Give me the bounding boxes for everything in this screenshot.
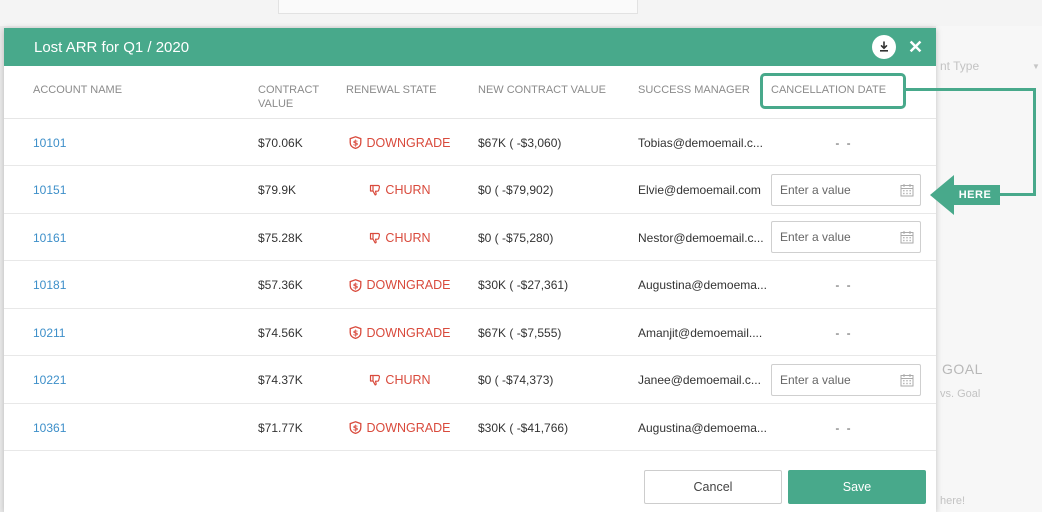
renewal-state-badge: $ DOWNGRADE [335,262,465,309]
renewal-state-label: DOWNGRADE [366,135,451,150]
annotation-connector-bottom [994,193,1036,196]
downgrade-icon: $ [349,278,362,292]
svg-text:$: $ [353,139,359,148]
column-header-contract-line2: VALUE [258,98,294,110]
thumbs-down-icon [369,232,381,244]
svg-text:$: $ [353,424,359,433]
new-contract-value: $67K ( -$7,555) [478,325,562,340]
background-card [278,0,638,14]
cancellation-date-input[interactable]: Enter a value [771,221,921,253]
renewal-state-label: DOWNGRADE [366,325,451,340]
success-manager-email: Tobias@demoemail.c... [638,135,763,150]
cancellation-date-input[interactable]: Enter a value [771,173,921,206]
account-link[interactable]: 10181 [33,262,66,309]
column-header-contract-line1: CONTRACT [258,84,320,96]
renewal-state-badge: CHURN [335,167,465,214]
background-vs-goal-label: vs. Goal [940,388,981,400]
svg-text:$: $ [353,281,359,290]
date-input-placeholder: Enter a value [780,182,851,197]
renewal-state-badge: CHURN [335,214,465,261]
download-button[interactable] [872,35,896,59]
new-contract-value: $0 ( -$75,280) [478,230,554,245]
downgrade-icon: $ [349,136,362,149]
table-row: 10151 $79.9K CHURN $0 ( -$79,902) Elvie@demo… [4,167,936,214]
annotation-highlight-box [760,73,906,109]
thumbs-down-icon [369,184,381,196]
cancellation-date-empty: - - [835,135,853,150]
save-button[interactable]: Save [788,470,926,504]
renewal-state-label: CHURN [385,230,431,245]
annotation-connector-vertical [1033,88,1036,196]
column-header-account-name[interactable]: ACCOUNT NAME [33,83,122,97]
success-manager-email: Elvie@demoemail.com [638,183,761,197]
calendar-icon[interactable] [900,373,914,387]
column-header-success-manager[interactable]: SUCCESS MANAGER [638,83,750,97]
account-link[interactable]: 10211 [33,309,65,356]
table-row: 10181 $57.36K $ DOWNGRADE $30K ( -$27,361) Au… [4,262,936,309]
background-panel [936,26,1042,512]
renewal-state-label: CHURN [385,183,431,197]
modal-footer: Cancel Save [4,438,936,512]
cancel-button[interactable]: Cancel [644,470,782,504]
renewal-state-label: DOWNGRADE [366,420,451,435]
background-chevron-down-icon: ▼ [1032,62,1040,71]
downgrade-icon: $ [349,421,362,434]
calendar-icon[interactable] [900,230,914,244]
contract-value: $74.37K [258,373,303,387]
background-field-label: nt Type [940,59,980,73]
modal-header: Lost ARR for Q1 / 2020 ✕ [4,28,936,66]
renewal-state-label: CHURN [385,373,431,387]
account-link[interactable]: 10161 [33,214,66,261]
calendar-icon[interactable] [900,183,914,197]
table-row: 10221 $74.37K CHURN $0 ( -$74,373) Janee@dem… [4,357,936,404]
contract-value: $70.06K [258,135,303,150]
cancellation-date-empty: - - [835,278,853,292]
account-link[interactable]: 10221 [33,357,66,404]
new-contract-value: $30K ( -$27,361) [478,278,569,292]
contract-value: $79.9K [258,183,297,197]
account-link[interactable]: 10101 [33,119,66,166]
new-contract-value: $0 ( -$74,373) [478,373,554,387]
contract-value: $74.56K [258,325,303,340]
success-manager-email: Augustina@demoema... [638,278,767,292]
new-contract-value: $67K ( -$3,060) [478,135,562,150]
success-manager-email: Amanjit@demoemail.... [638,325,763,340]
cancellation-date-input[interactable]: Enter a value [771,363,921,396]
close-icon[interactable]: ✕ [908,37,923,57]
annotation-label: HERE [950,185,1000,205]
thumbs-down-icon [369,374,381,386]
column-header-new-contract-value[interactable]: NEW CONTRACT VALUE [478,83,606,97]
background-goal-label: GOAL [942,361,983,377]
table-row: 10101 $70.06K $ DOWNGRADE $67K ( -$3,060) Tob… [4,119,936,166]
renewal-state-label: DOWNGRADE [366,278,451,292]
modal-title: Lost ARR for Q1 / 2020 [34,38,190,56]
background-hint-text: here! [940,495,966,507]
renewal-state-badge: $ DOWNGRADE [335,309,465,356]
new-contract-value: $0 ( -$79,902) [478,183,554,197]
contract-value: $57.36K [258,278,303,292]
success-manager-email: Nestor@demoemail.c... [638,230,764,245]
column-header-renewal-state[interactable]: RENEWAL STATE [346,83,436,97]
contract-value: $75.28K [258,230,303,245]
annotation-connector [906,88,1036,91]
date-input-placeholder: Enter a value [780,230,851,244]
table-row: 10211 $74.56K $ DOWNGRADE $67K ( -$7,555) Ama… [4,309,936,356]
date-input-placeholder: Enter a value [780,372,851,387]
download-icon [880,41,888,52]
column-header-contract-value[interactable]: CONTRACT VALUE [258,83,319,111]
renewal-state-badge: $ DOWNGRADE [335,119,465,166]
account-link[interactable]: 10151 [33,167,66,214]
renewal-state-badge: CHURN [335,357,465,404]
svg-text:$: $ [353,329,359,338]
success-manager-email: Janee@demoemail.c... [638,373,761,387]
downgrade-icon: $ [349,326,362,339]
table-row: 10161 $75.28K CHURN $0 ( -$75,280) Nestor@de… [4,214,936,261]
cancellation-date-empty: - - [835,325,853,340]
